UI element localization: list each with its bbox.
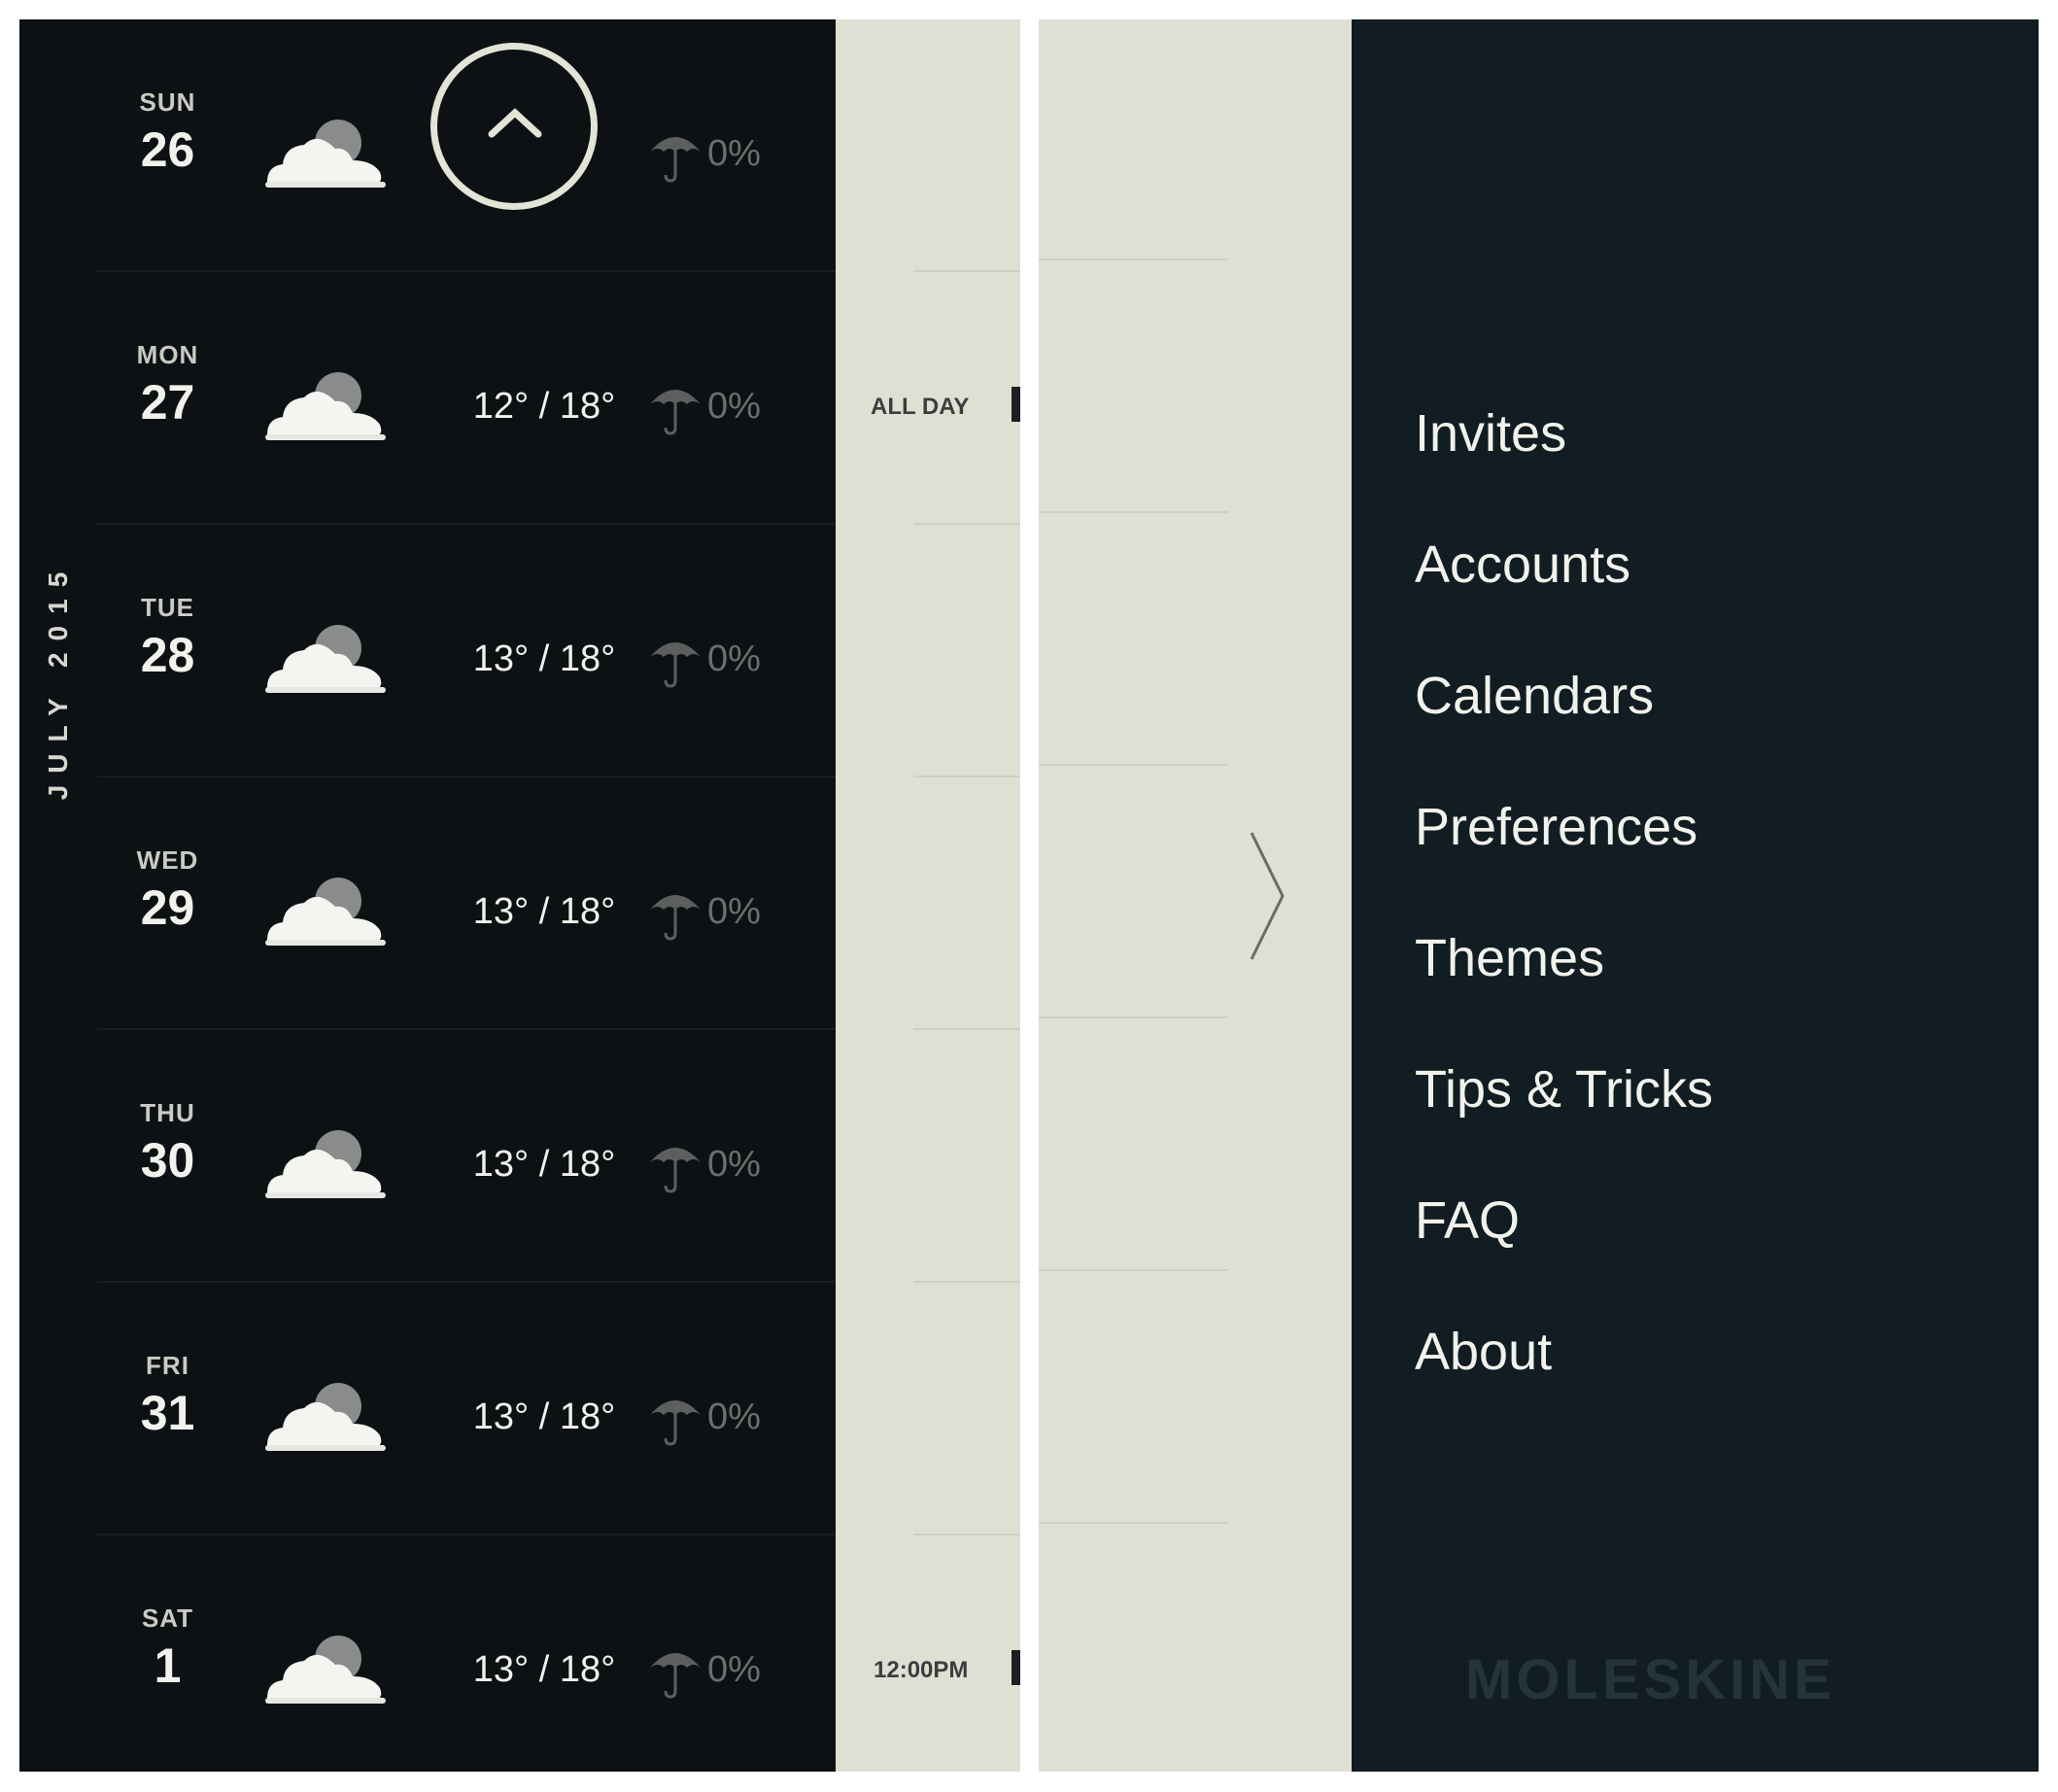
event-title-clipped[interactable]	[1012, 387, 1020, 422]
event-time[interactable]: ALL DAY	[871, 394, 969, 421]
day-of-week: THU	[140, 1098, 195, 1127]
day-row-wed-29[interactable]: WED 29 13° / 18° 0%	[19, 777, 1020, 1030]
menu-screen: Invites Accounts Calendars Preferences T…	[1039, 19, 2039, 1772]
precip-chance: 0%	[707, 133, 761, 174]
day-number: 1	[154, 1638, 182, 1693]
day-of-week: FRI	[146, 1351, 189, 1380]
partly-cloudy-icon	[265, 1636, 386, 1704]
umbrella-icon	[650, 1400, 701, 1446]
temperature-range: 13° / 18°	[472, 891, 616, 932]
menu-item-themes[interactable]: Themes	[1415, 928, 1604, 988]
partly-cloudy-icon	[265, 878, 386, 946]
brand-logo: MOLESKINE	[1465, 1648, 1835, 1711]
day-of-week: WED	[136, 845, 199, 875]
day-of-week: MON	[136, 340, 199, 369]
row-divider	[1039, 764, 1228, 766]
day-number: 27	[140, 375, 195, 430]
event-title-clipped[interactable]	[1012, 1650, 1020, 1685]
precip-chance: 0%	[707, 891, 761, 932]
chevron-up-icon	[488, 108, 542, 138]
umbrella-icon	[650, 137, 701, 183]
temperature-range: 12° / 18°	[472, 386, 616, 427]
partly-cloudy-icon	[265, 120, 386, 188]
weather-screen: JULY 2015 SUN 26 0% MON 27 12° / 18° 0% …	[19, 19, 1020, 1772]
menu-item-invites[interactable]: Invites	[1415, 403, 1566, 464]
day-number: 30	[140, 1133, 195, 1188]
temperature-range: 13° / 18°	[472, 638, 616, 679]
row-divider	[1039, 511, 1228, 513]
menu-item-about[interactable]: About	[1415, 1322, 1552, 1382]
menu-item-preferences[interactable]: Preferences	[1415, 797, 1698, 857]
umbrella-icon	[650, 642, 701, 688]
row-divider	[1039, 258, 1228, 260]
day-of-week: TUE	[141, 593, 194, 622]
partly-cloudy-icon	[265, 1130, 386, 1198]
chevron-right-icon[interactable]	[1248, 831, 1286, 962]
row-divider	[1039, 1269, 1228, 1271]
day-row-sun-26[interactable]: SUN 26 0%	[19, 19, 1020, 272]
partly-cloudy-icon	[265, 1383, 386, 1451]
umbrella-icon	[650, 895, 701, 941]
menu-item-accounts[interactable]: Accounts	[1415, 534, 1630, 595]
precip-chance: 0%	[707, 386, 761, 427]
row-divider	[1039, 1522, 1228, 1524]
day-number: 31	[140, 1386, 195, 1440]
partly-cloudy-icon	[265, 625, 386, 693]
day-row-mon-27[interactable]: MON 27 12° / 18° 0% ALL DAY	[19, 272, 1020, 525]
menu-item-calendars[interactable]: Calendars	[1415, 666, 1654, 726]
precip-chance: 0%	[707, 638, 761, 679]
day-of-week: SAT	[141, 1603, 194, 1633]
precip-chance: 0%	[707, 1649, 761, 1690]
menu-item-faq[interactable]: FAQ	[1415, 1190, 1520, 1251]
row-divider	[1039, 1017, 1228, 1018]
day-number: 29	[140, 880, 195, 935]
day-number: 26	[140, 122, 195, 177]
umbrella-icon	[650, 390, 701, 435]
day-row-sat-1[interactable]: SAT 1 13° / 18° 0% 12:00PM	[19, 1535, 1020, 1772]
day-number: 28	[140, 628, 195, 682]
day-row-tue-28[interactable]: TUE 28 13° / 18° 0%	[19, 525, 1020, 777]
settings-menu: Invites Accounts Calendars Preferences T…	[1352, 19, 2039, 1772]
scroll-up-button[interactable]	[430, 43, 598, 210]
temperature-range: 13° / 18°	[472, 1144, 616, 1185]
precip-chance: 0%	[707, 1144, 761, 1185]
event-time[interactable]: 12:00PM	[874, 1657, 968, 1684]
day-row-thu-30[interactable]: THU 30 13° / 18° 0%	[19, 1030, 1020, 1283]
temperature-range: 13° / 18°	[472, 1396, 616, 1437]
temperature-range: 13° / 18°	[472, 1649, 616, 1690]
umbrella-icon	[650, 1148, 701, 1193]
menu-item-tips-tricks[interactable]: Tips & Tricks	[1415, 1059, 1713, 1120]
day-of-week: SUN	[139, 87, 196, 117]
day-row-fri-31[interactable]: FRI 31 13° / 18° 0%	[19, 1283, 1020, 1535]
umbrella-icon	[650, 1653, 701, 1699]
partly-cloudy-icon	[265, 372, 386, 440]
precip-chance: 0%	[707, 1396, 761, 1437]
